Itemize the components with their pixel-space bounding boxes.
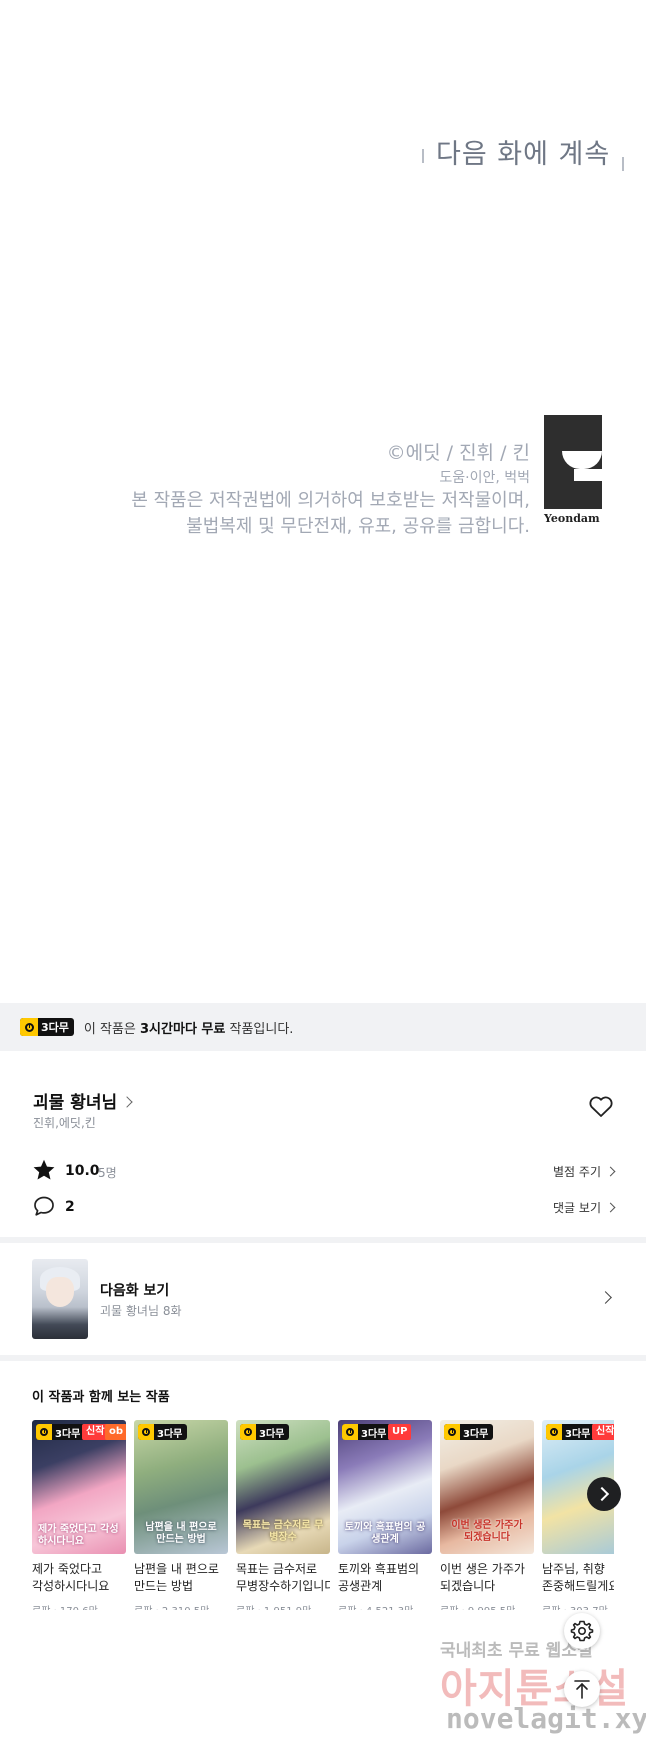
rating-score: 10.0 [65,1163,100,1179]
arrow-up-icon [574,1680,590,1699]
wait-free-badge: 3다무 [240,1424,290,1440]
extra-tag: ob [105,1424,126,1440]
wait-free-badge: 3다무 [20,1018,74,1036]
wait-free-badge: 3다무 [546,1424,596,1440]
watermark-url: novelagit.xyz [446,1702,646,1735]
work-authors: 진휘,에딧,킨 [33,1116,96,1130]
recommendation-card[interactable]: 3다무 UP 토끼와 흑표범의 공생관계 토끼와 흑표범의 공생관계 로판 · … [338,1420,432,1610]
recommendation-meta: 로판 · 1,951.9만 [236,1602,330,1610]
recommendation-card[interactable]: 3다무 이번 생은 가주가 되겠습니다 이번 생은 가주가 되겠습니다 로판 ·… [440,1420,534,1610]
recommendation-title: 이번 생은 가주가 되겠습니다 [440,1562,525,1594]
recommendation-card[interactable]: 3다무 신작 남주님, 취향 존중해드릴게요 로판 · 303.7만 [542,1420,614,1610]
assist-line: 도움·이안, 벅벅 [439,469,530,486]
recommendation-title: 남주님, 취향 존중해드릴게요 [542,1562,614,1594]
comment-icon [34,1196,54,1216]
recommendation-cover: 3다무 신작 ob 제가 죽었다고 각성하시다니요 [32,1420,126,1554]
heart-icon[interactable] [588,1096,614,1118]
chevron-right-icon [605,1202,616,1213]
copyright-notice: ©에딧 / 진휘 / 킨 도움·이안, 벅벅 본 작품은 저작권법에 의거하여 … [131,440,530,540]
up-tag: UP [388,1424,412,1440]
recommendation-cover: 3다무 남편을 내 편으로 만드는 방법 [134,1420,228,1554]
wait-free-badge: 3다무 [138,1424,188,1440]
recommendation-cover: 3다무 UP 토끼와 흑표범의 공생관계 [338,1420,432,1554]
next-episode-thumbnail [32,1259,88,1339]
view-comments-button[interactable]: 댓글 보기 [553,1199,616,1216]
recommendations-carousel: 3다무 신작 ob 제가 죽었다고 각성하시다니요 제가 죽었다고 각성하시다니… [32,1420,614,1610]
chevron-right-icon [605,1166,616,1177]
wait-free-badge: 3다무 [342,1424,392,1440]
rate-button[interactable]: 별점 주기 [553,1163,616,1180]
free-banner-text: 이 작품은 3시간마다 무료 작품입니다. [83,1021,294,1037]
rating-count: 5명 [98,1166,117,1180]
recommendation-meta: 로판 · 303.7만 [542,1602,614,1610]
cover-title-art: 제가 죽었다고 각성하시다니요 [38,1524,119,1547]
continuation-marker: 다음 화에 계속 [410,132,636,171]
clock-icon [444,1424,460,1440]
comment-count: 2 [65,1199,75,1215]
cover-title-art: 이번 생은 가주가 되겠습니다 [451,1520,523,1543]
wait-free-badge: 3다무 [36,1424,86,1440]
work-title: 괴물 황녀님 [33,1093,118,1113]
recommendations-heading: 이 작품과 함께 보는 작품 [32,1390,170,1405]
gear-icon [570,1620,594,1642]
recommendation-meta: 로판 · 9,995.5만 [440,1602,534,1610]
publisher-logo-mark [544,415,602,509]
clock-icon [546,1424,562,1440]
credits-line: ©에딧 / 진휘 / 킨 [386,442,530,464]
clock-icon [240,1424,256,1440]
next-episode-subtitle: 괴물 황녀님 8화 [100,1304,182,1318]
publisher-logo-text: Yeondam [544,512,600,525]
next-episode-title: 다음화 보기 [100,1283,170,1299]
recommendation-title: 목표는 금수저로 무병장수하기입니다 [236,1562,330,1594]
recommendation-title: 토끼와 흑표범의 공생관계 [338,1562,420,1594]
bracket-left [422,148,424,163]
recommendation-cover: 3다무 이번 생은 가주가 되겠습니다 [440,1420,534,1554]
recommendation-card[interactable]: 3다무 신작 ob 제가 죽었다고 각성하시다니요 제가 죽었다고 각성하시다니… [32,1420,126,1610]
cover-title-art: 목표는 금수저로 무병장수 [242,1520,324,1543]
recommendation-cover: 3다무 목표는 금수저로 무병장수 [236,1420,330,1554]
clock-icon [138,1424,154,1440]
scroll-to-top-button[interactable] [564,1671,600,1707]
next-episode-row[interactable] [0,1243,646,1355]
publisher-logo: Yeondam [544,415,602,526]
recommendation-card[interactable]: 3다무 목표는 금수저로 무병장수 목표는 금수저로 무병장수하기입니다 로판 … [236,1420,330,1610]
recommendation-meta: 로판 · 2,310.5만 [134,1602,228,1610]
bracket-right [622,157,625,171]
cover-title-art: 남편을 내 편으로 만드는 방법 [145,1522,217,1545]
recommendation-card[interactable]: 3다무 남편을 내 편으로 만드는 방법 남편을 내 편으로 만드는 방법 로판… [134,1420,228,1610]
recommendation-title: 제가 죽었다고 각성하시다니요 [32,1562,110,1594]
legal-line-2: 불법복제 및 무단전재, 유포, 공유를 금합니다. [186,515,530,537]
legal-line-1: 본 작품은 저작권법에 의거하여 보호받는 저작물이며, [131,489,530,511]
star-icon [33,1159,55,1180]
wait-free-badge: 3다무 [444,1424,494,1440]
chevron-right-icon [121,1096,133,1108]
recommendation-meta: 로판 · 4,521.3만 [338,1602,432,1610]
work-title-link[interactable]: 괴물 황녀님 [33,1088,133,1113]
settings-button[interactable] [564,1613,600,1649]
recommendation-meta: 로판 · 170.6만 [32,1602,126,1610]
clock-icon [20,1018,38,1036]
cover-title-art: 토끼와 흑표범의 공생관계 [344,1522,426,1545]
free-banner: 3다무 이 작품은 3시간마다 무료 작품입니다. [0,1003,646,1051]
clock-icon [36,1424,52,1440]
carousel-next-button[interactable] [587,1477,621,1511]
new-tag: 신작 [592,1424,614,1440]
clock-icon [342,1424,358,1440]
recommendation-title: 남편을 내 편으로 만드는 방법 [134,1562,219,1594]
continuation-text: 다음 화에 계속 [436,139,611,170]
section-divider [0,1355,646,1361]
